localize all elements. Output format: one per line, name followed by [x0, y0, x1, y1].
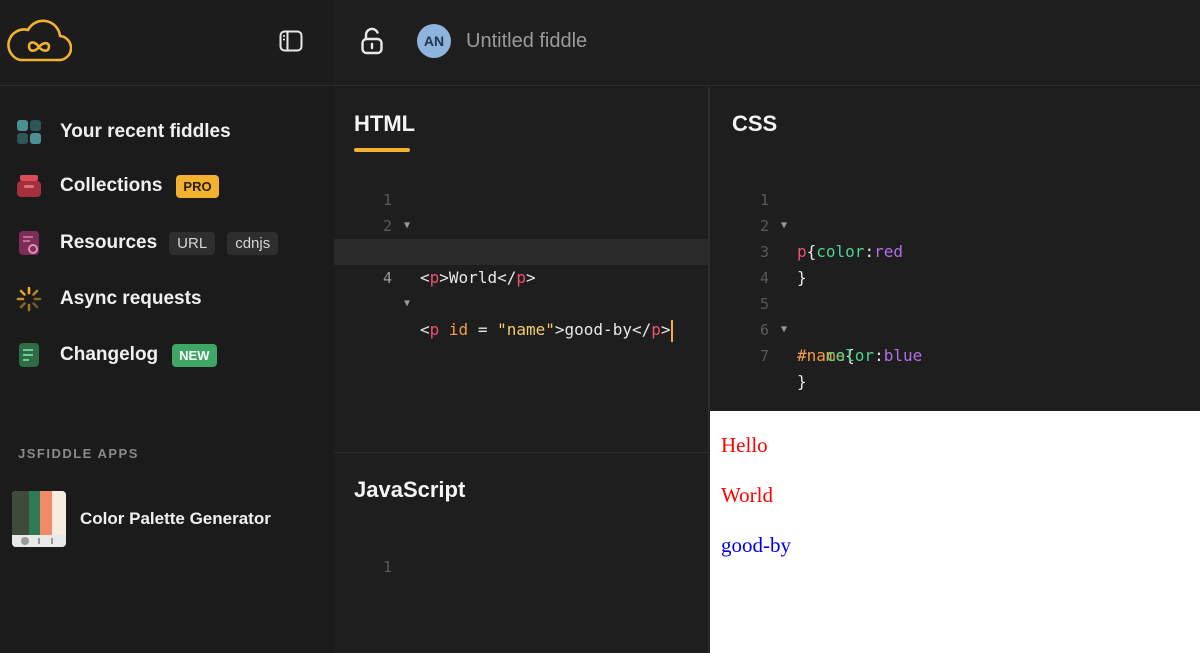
- panel-title: CSS: [732, 111, 778, 136]
- sidebar-item-collections[interactable]: Collections PRO: [0, 158, 334, 214]
- sidebar-toggle-button[interactable]: [276, 26, 306, 56]
- code-token: id: [448, 320, 469, 339]
- code-line: 1 ▼ <p>Hello</p>: [334, 161, 708, 261]
- sidebar-item-recent-fiddles[interactable]: Your recent fiddles: [0, 104, 334, 160]
- html-editor-panel: HTML 1 ▼ <p>Hello</p> 2 ▼ <p>World</p> 3…: [334, 87, 709, 452]
- code-line: 7 }: [710, 317, 1200, 391]
- preview-paragraph: Hello: [721, 433, 768, 457]
- jsfiddle-logo-icon[interactable]: [6, 16, 73, 64]
- text-cursor: [670, 319, 673, 342]
- sidebar-header: [0, 0, 334, 86]
- preview-paragraph: World: [721, 483, 773, 507]
- code-line: 5 ▼ #name{: [710, 265, 1200, 365]
- url-chip[interactable]: URL: [169, 231, 216, 255]
- css-editor-panel: CSS 1 ▼ p{ 2 color:red 3 } 4 5 ▼ #name{ …: [709, 87, 1200, 411]
- javascript-editor-panel: JavaScript 1: [334, 452, 709, 653]
- sidebar-item-label: Your recent fiddles: [60, 121, 231, 142]
- active-tab-underline: [354, 148, 410, 152]
- line-number: 1: [382, 558, 392, 576]
- code-line: 1: [334, 528, 708, 576]
- code-text: <p id = "name">good-by</p>: [420, 317, 673, 343]
- unlock-icon: [361, 27, 383, 55]
- html-code-editor[interactable]: 1 ▼ <p>Hello</p> 2 ▼ <p>World</p> 3 4 ▼ …: [334, 161, 708, 342]
- sidebar-item-label: Changelog: [60, 344, 159, 365]
- code-token: p: [429, 320, 440, 339]
- code-token: p: [516, 268, 526, 287]
- spinner-icon: [16, 286, 42, 312]
- result-preview[interactable]: Hello World good-by: [710, 411, 1200, 653]
- code-token: blue: [883, 346, 923, 365]
- panel-title: HTML: [354, 111, 416, 136]
- inbox-tray-icon: [16, 173, 42, 199]
- code-token: "name": [497, 320, 555, 339]
- line-number: 4: [382, 269, 392, 287]
- code-token: =: [468, 320, 498, 339]
- code-line: 2 ▼ <p>World</p>: [334, 187, 708, 287]
- sidebar-item-label: Collections: [60, 175, 163, 196]
- document-link-icon: [16, 230, 42, 256]
- code-token: >World</: [439, 268, 517, 287]
- code-token: :: [874, 346, 884, 365]
- sidebar-item-label: Resources: [60, 232, 158, 253]
- code-line: 3 }: [710, 213, 1200, 287]
- code-line: 2 color:red: [710, 187, 1200, 261]
- code-token: <: [420, 320, 430, 339]
- code-token: >good-by</: [554, 320, 652, 339]
- code-text: color:blue: [797, 343, 922, 369]
- line-number: 7: [759, 347, 769, 365]
- preview-paragraph: good-by: [721, 533, 791, 557]
- app-color-palette-generator[interactable]: Color Palette Generator: [12, 490, 322, 548]
- code-token: >: [660, 320, 671, 339]
- code-tokens: <p id = "name">good-by</p>: [420, 320, 671, 339]
- pro-badge: PRO: [176, 174, 219, 198]
- user-avatar[interactable]: AN: [417, 24, 451, 58]
- cdnjs-chip[interactable]: cdnjs: [227, 231, 279, 255]
- sidebar-item-label: Async requests: [60, 288, 202, 309]
- code-line-active: 4 ▼ <p id = "name">good-by</p>: [334, 239, 708, 342]
- code-text: }: [797, 369, 807, 395]
- fiddle-title[interactable]: Untitled fiddle: [466, 30, 587, 53]
- apps-section-title: JSFIDDLE APPS: [18, 446, 139, 461]
- code-token: <: [420, 268, 430, 287]
- code-line: 4: [710, 239, 1200, 287]
- changelog-document-icon: [16, 342, 42, 368]
- code-token: p: [651, 320, 661, 339]
- app-label: Color Palette Generator: [80, 509, 271, 528]
- sidebar-item-async-requests[interactable]: Async requests: [0, 271, 334, 327]
- code-token: p: [429, 268, 440, 287]
- javascript-code-editor[interactable]: 1: [334, 528, 708, 576]
- code-line: 3: [334, 213, 708, 261]
- sidebar-item-resources[interactable]: Resources URL cdnjs: [0, 215, 334, 271]
- code-token: color: [797, 346, 875, 365]
- panel-title: JavaScript: [354, 477, 466, 502]
- code-token: }: [797, 372, 807, 391]
- fold-arrow-icon[interactable]: ▼: [404, 291, 410, 317]
- sidebar-panel-icon: [279, 30, 303, 52]
- lock-button[interactable]: [358, 26, 386, 56]
- grid-icon: [16, 119, 42, 145]
- color-palette-app-icon: [12, 491, 66, 547]
- code-token: >: [525, 268, 536, 287]
- code-line: 1 ▼ p{: [710, 161, 1200, 261]
- top-bar: AN Untitled fiddle: [334, 0, 1200, 86]
- code-text: <p>World</p>: [420, 265, 536, 291]
- sidebar-item-changelog[interactable]: Changelog NEW: [0, 327, 334, 383]
- css-code-editor[interactable]: 1 ▼ p{ 2 color:red 3 } 4 5 ▼ #name{ 6 co…: [710, 161, 1200, 391]
- sidebar-nav: Your recent fiddles Collections PRO Reso…: [0, 104, 334, 383]
- sidebar: Your recent fiddles Collections PRO Reso…: [0, 0, 334, 653]
- code-line: 6 color:blue: [710, 291, 1200, 365]
- new-badge: NEW: [172, 343, 217, 367]
